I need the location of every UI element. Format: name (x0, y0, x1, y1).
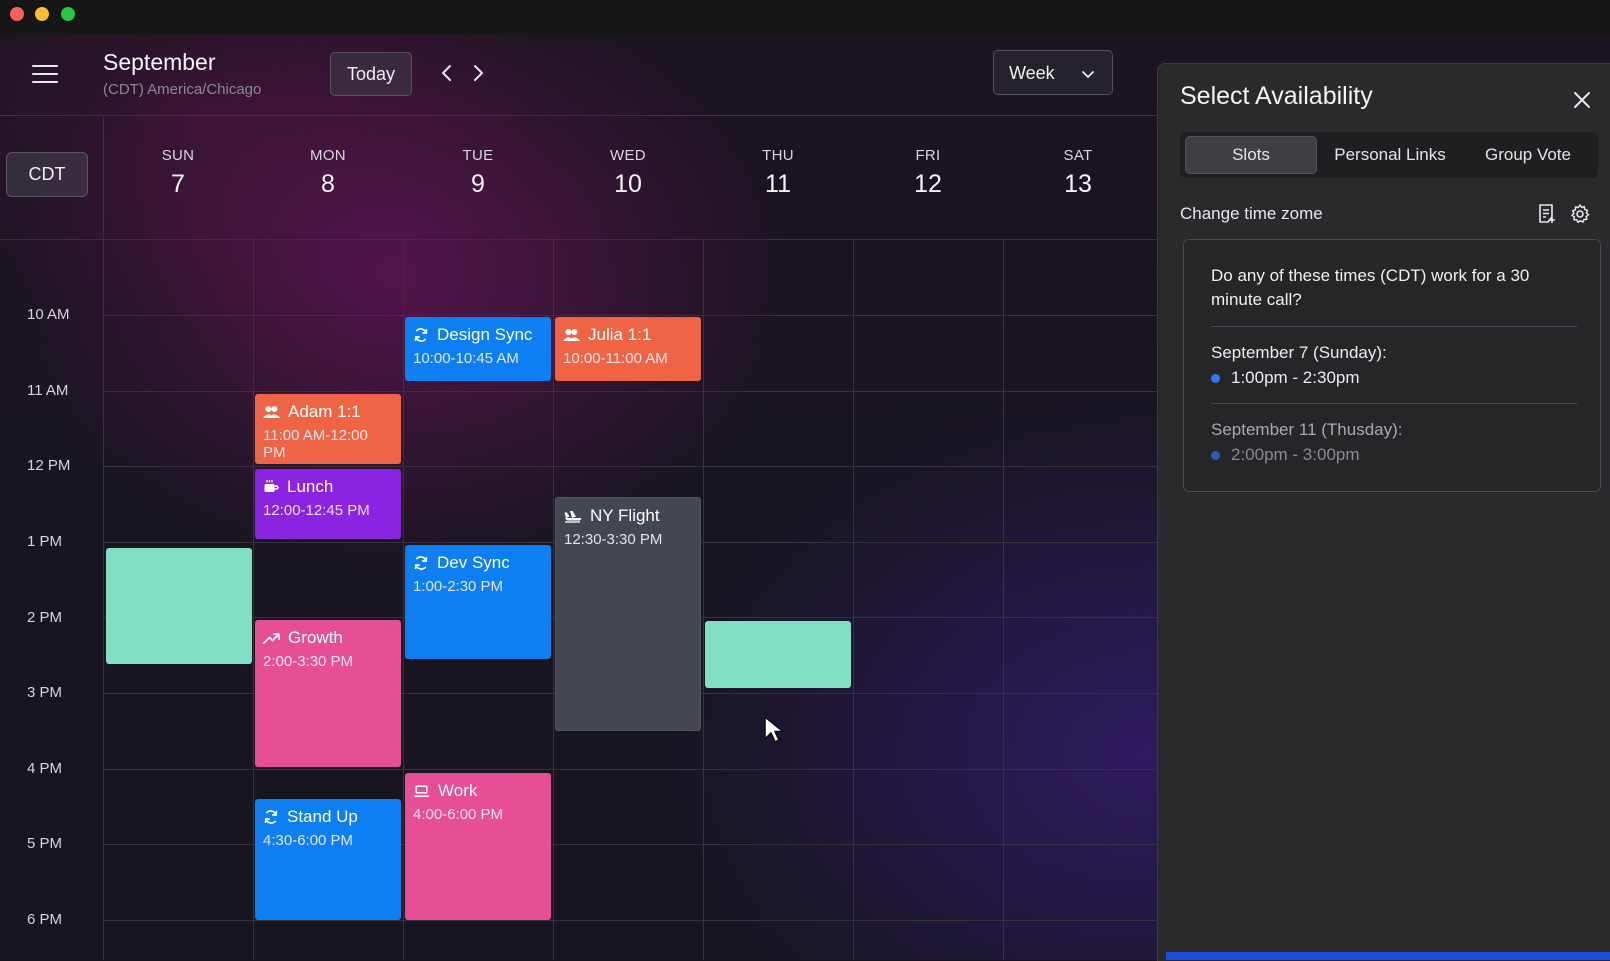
day-header-sun[interactable]: SUN 7 (103, 147, 253, 199)
availability-slot[interactable] (106, 548, 252, 664)
message-date: September 11 (Thusday): (1211, 420, 1403, 439)
tab-slots[interactable]: Slots (1185, 136, 1317, 174)
recurring-icon (264, 810, 278, 824)
timezone-button[interactable]: CDT (6, 152, 88, 197)
tab-group-vote[interactable]: Group Vote (1462, 136, 1594, 174)
laptop-icon (413, 785, 430, 797)
message-date: September 7 (Sunday): (1211, 343, 1387, 362)
timezone-subtitle: (CDT) America/Chicago (103, 81, 262, 98)
event-time: 10:00-11:00 AM (563, 350, 668, 367)
availability-tabs: Slots Personal Links Group Vote (1180, 132, 1598, 178)
event-work[interactable]: Work 4:00-6:00 PM (405, 773, 551, 920)
day-header-mon[interactable]: MON 8 (253, 147, 403, 199)
event-title: Design Sync (437, 325, 533, 344)
event-time: 1:00-2:30 PM (413, 578, 504, 595)
change-timezone-link[interactable]: Change time zome (1180, 204, 1323, 224)
event-design-sync[interactable]: Design Sync 10:00-10:45 AM (405, 317, 551, 381)
time-label: 6 PM (27, 911, 63, 928)
chevron-right-icon[interactable] (466, 61, 490, 85)
availability-message[interactable]: Do any of these times (CDT) work for a 3… (1183, 239, 1601, 492)
bullet-icon (1211, 373, 1220, 383)
recurring-icon (414, 328, 428, 342)
event-time: 11:00 AM-12:00 PM (263, 427, 368, 461)
message-divider (1211, 403, 1577, 404)
event-time: 12:00-12:45 PM (263, 502, 370, 519)
maximize-window-button[interactable] (61, 7, 75, 21)
day-header-wed[interactable]: WED 10 (553, 147, 703, 199)
event-dev-sync[interactable]: Dev Sync 1:00-2:30 PM (405, 545, 551, 659)
time-label: 5 PM (27, 835, 63, 852)
message-slot: 2:00pm - 3:00pm (1211, 445, 1360, 465)
time-label: 3 PM (27, 684, 63, 701)
time-label: 4 PM (27, 760, 63, 777)
month-title: September (103, 49, 216, 75)
trend-up-icon (263, 633, 280, 644)
event-time: 4:00-6:00 PM (413, 806, 504, 823)
day-header-fri[interactable]: FRI 12 (853, 147, 1003, 199)
document-icon[interactable] (1536, 203, 1558, 225)
message-question: Do any of these times (CDT) work for a 3… (1211, 266, 1530, 309)
event-stand-up[interactable]: Stand Up 4:30-6:00 PM (255, 799, 401, 920)
people-icon (563, 329, 580, 341)
panel-action-bar[interactable] (1166, 952, 1610, 960)
event-title: Adam 1:1 (288, 402, 361, 421)
availability-slot[interactable] (705, 621, 851, 688)
header-divider (0, 115, 1160, 116)
event-title: Lunch (287, 477, 334, 496)
close-window-button[interactable] (10, 7, 24, 21)
message-divider (1211, 326, 1577, 327)
event-julia-1-1[interactable]: Julia 1:1 10:00-11:00 AM (555, 317, 701, 381)
event-title: Stand Up (287, 807, 358, 826)
time-label: 1 PM (27, 533, 63, 550)
event-time: 4:30-6:00 PM (263, 832, 354, 849)
event-growth[interactable]: Growth 2:00-3:30 PM (255, 620, 401, 767)
time-label: 11 AM (27, 382, 69, 399)
today-button[interactable]: Today (330, 52, 412, 96)
chevron-left-icon[interactable] (435, 61, 459, 85)
event-title: Work (438, 781, 478, 800)
event-title: NY Flight (590, 506, 660, 525)
message-slot: 1:00pm - 2:30pm (1211, 368, 1360, 388)
event-title: Dev Sync (437, 553, 510, 572)
chevron-down-icon (1082, 71, 1094, 79)
event-ny-flight[interactable]: NY Flight 12:30-3:30 PM (555, 497, 701, 731)
time-label: 2 PM (27, 609, 63, 626)
recurring-icon (414, 556, 428, 570)
day-header-thu[interactable]: THU 11 (703, 147, 853, 199)
menu-icon[interactable] (32, 65, 58, 84)
time-label: 12 PM (27, 457, 71, 474)
coffee-icon (264, 480, 279, 492)
minimize-window-button[interactable] (35, 7, 49, 21)
day-header-tue[interactable]: TUE 9 (403, 147, 553, 199)
people-icon (263, 406, 280, 418)
plane-icon (564, 511, 582, 523)
panel-title: Select Availability (1180, 82, 1373, 110)
event-adam-1-1[interactable]: Adam 1:1 11:00 AM-12:00 PM (255, 394, 401, 464)
event-title: Julia 1:1 (588, 325, 652, 344)
event-time: 12:30-3:30 PM (564, 531, 663, 548)
time-label: 10 AM (27, 306, 70, 323)
event-time: 10:00-10:45 AM (413, 350, 519, 367)
event-time: 2:00-3:30 PM (263, 653, 354, 670)
day-header-sat[interactable]: SAT 13 (1003, 147, 1153, 199)
availability-panel: Select Availability Slots Personal Links… (1157, 63, 1610, 961)
event-lunch[interactable]: Lunch 12:00-12:45 PM (255, 469, 401, 539)
window-titlebar (0, 0, 1610, 36)
bullet-icon (1211, 450, 1220, 460)
mouse-cursor-icon (764, 716, 784, 743)
tab-personal-links[interactable]: Personal Links (1320, 136, 1460, 174)
gear-icon[interactable] (1569, 203, 1591, 225)
close-icon[interactable] (1572, 90, 1592, 110)
view-select[interactable]: Week (993, 50, 1113, 95)
view-select-label: Week (1009, 63, 1055, 83)
event-title: Growth (288, 628, 343, 647)
